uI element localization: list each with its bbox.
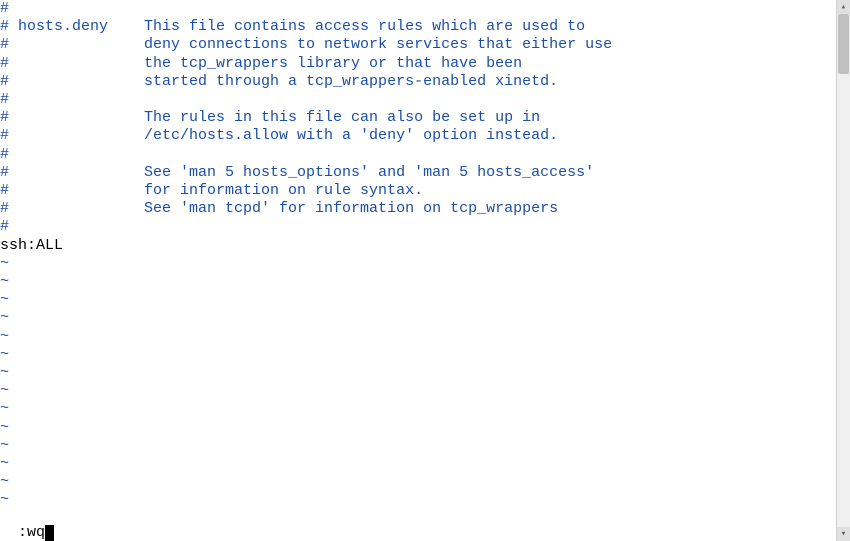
empty-line-tilde: ~ (0, 364, 850, 382)
file-line: # (0, 0, 850, 18)
empty-line-tilde: ~ (0, 309, 850, 327)
command-input[interactable]: :wq (18, 524, 45, 541)
file-line: # started through a tcp_wrappers-enabled… (0, 73, 850, 91)
empty-line-tilde: ~ (0, 346, 850, 364)
empty-line-tilde: ~ (0, 455, 850, 473)
cursor (45, 525, 54, 541)
empty-line-tilde: ~ (0, 400, 850, 418)
file-line: # (0, 146, 850, 164)
file-line: ssh:ALL (0, 237, 850, 255)
file-line: # See 'man tcpd' for information on tcp_… (0, 200, 850, 218)
scrollbar-thumb[interactable] (838, 14, 849, 74)
file-line: # The rules in this file can also be set… (0, 109, 850, 127)
empty-line-tilde: ~ (0, 328, 850, 346)
file-line: # (0, 91, 850, 109)
empty-line-tilde: ~ (0, 437, 850, 455)
scrollbar-arrow-down[interactable]: ▾ (837, 527, 850, 541)
file-line: # See 'man 5 hosts_options' and 'man 5 h… (0, 164, 850, 182)
empty-line-tilde: ~ (0, 382, 850, 400)
file-line: # hosts.deny This file contains access r… (0, 18, 850, 36)
empty-line-tilde: ~ (0, 419, 850, 437)
empty-line-tilde: ~ (0, 273, 850, 291)
file-line: # for information on rule syntax. (0, 182, 850, 200)
scrollbar[interactable]: ▴ ▾ (836, 0, 850, 541)
editor-content[interactable]: ## hosts.deny This file contains access … (0, 0, 850, 510)
status-bar[interactable]: :wq (0, 507, 850, 541)
down-arrow-icon: ▾ (841, 529, 846, 539)
file-line: # (0, 218, 850, 236)
scrollbar-arrow-up[interactable]: ▴ (837, 0, 850, 14)
empty-line-tilde: ~ (0, 255, 850, 273)
file-line: # the tcp_wrappers library or that have … (0, 55, 850, 73)
up-arrow-icon: ▴ (841, 2, 846, 12)
empty-line-tilde: ~ (0, 291, 850, 309)
file-line: # deny connections to network services t… (0, 36, 850, 54)
file-line: # /etc/hosts.allow with a 'deny' option … (0, 127, 850, 145)
empty-line-tilde: ~ (0, 473, 850, 491)
